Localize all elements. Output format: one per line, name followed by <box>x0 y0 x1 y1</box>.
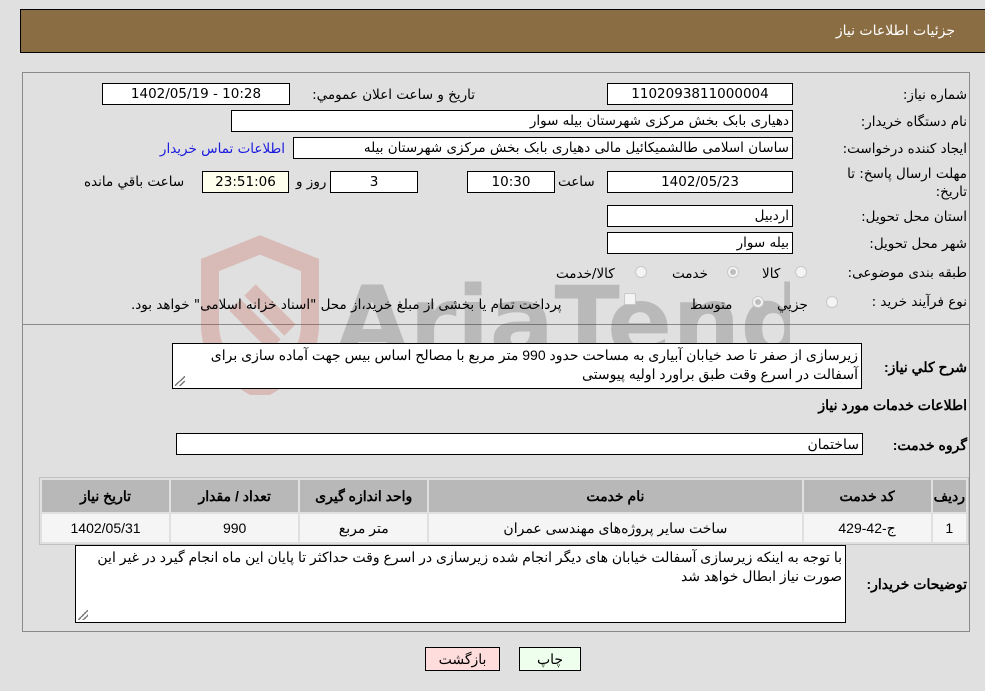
col-header-service-code: کد خدمت <box>803 480 931 512</box>
purchase-type-label: نوع فرآیند خرید : <box>871 294 967 310</box>
category-radio-goods-service[interactable] <box>635 266 647 278</box>
page-header: جزئیات اطلاعات نیاز <box>20 9 985 53</box>
buyer-contact-link[interactable]: اطلاعات تماس خریدار <box>160 141 285 157</box>
description-label: شرح کلي نياز: <box>883 359 967 375</box>
category-radio-service[interactable] <box>727 266 739 278</box>
resize-handle-icon[interactable] <box>78 610 88 620</box>
print-button[interactable]: چاپ <box>519 647 581 671</box>
buyer-org-label: نام دستگاه خريدار: <box>860 114 967 130</box>
need-number-field[interactable]: 1102093811000004 <box>607 83 793 105</box>
province-label: استان محل تحویل: <box>861 209 967 225</box>
need-number-label: شماره نیاز: <box>902 87 967 103</box>
service-group-field[interactable]: ساختمان <box>176 433 863 455</box>
cell-unit: متر مربع <box>300 514 428 542</box>
col-header-quantity: تعداد / مقدار <box>171 480 299 512</box>
city-label: شهر محل تحویل: <box>869 236 967 252</box>
back-button[interactable]: بازگشت <box>425 647 500 671</box>
cell-service-name: ساخت سایر پروژه‌های مهندسی عمران <box>429 514 802 542</box>
category-radio-goods[interactable] <box>795 266 807 278</box>
buyer-notes-textarea[interactable]: با توجه به اینکه زیرسازی آسفالت خیابان ه… <box>75 545 846 623</box>
category-option-goods: کالا <box>762 266 781 282</box>
col-header-unit: واحد اندازه گیری <box>300 480 428 512</box>
cell-quantity: 990 <box>171 514 299 542</box>
category-option-goods-service: کالا/خدمت <box>556 266 615 282</box>
resize-handle-icon[interactable] <box>175 376 185 386</box>
deadline-time-label: ساعت <box>558 174 595 190</box>
province-field[interactable]: اردبیل <box>607 205 793 227</box>
description-textarea[interactable]: زیرسازی از صفر تا صد خیابان آبیاری به مس… <box>172 343 862 389</box>
buyer-notes-text: با توجه به اینکه زیرسازی آسفالت خیابان ه… <box>97 549 842 584</box>
page-title: جزئیات اطلاعات نیاز <box>835 23 955 39</box>
deadline-label: مهلت ارسال پاسخ: تا تاریخ: <box>847 166 967 200</box>
col-header-row-number: ردیف <box>932 480 966 512</box>
deadline-time-field[interactable]: 10:30 <box>467 171 555 193</box>
remaining-days-field[interactable]: 3 <box>330 171 418 193</box>
table-header-row: ردیف کد خدمت نام خدمت واحد اندازه گیری ت… <box>42 480 966 512</box>
deadline-date-field[interactable]: 1402/05/23 <box>607 171 793 193</box>
purchase-radio-minor[interactable] <box>826 296 838 308</box>
service-group-label: گروه خدمت: <box>892 437 967 453</box>
services-section-title: اطلاعات خدمات مورد نياز <box>818 397 967 413</box>
requester-label: ایجاد کننده درخواست: <box>842 141 967 157</box>
purchase-radio-medium[interactable] <box>752 296 764 308</box>
city-field[interactable]: بیله سوار <box>607 232 793 254</box>
buyer-notes-label: توضيحات خريدار: <box>866 576 967 592</box>
purchase-option-minor: جزيي <box>777 297 808 313</box>
category-label: طبقه بندی موضوعی: <box>847 265 967 281</box>
remaining-time-label: ساعت باقي مانده <box>84 174 185 190</box>
requester-field[interactable]: ساسان اسلامی طالشمیکائیل مالی دهیاری باب… <box>293 137 793 159</box>
remaining-time-field: 23:51:06 <box>202 171 289 193</box>
col-header-service-name: نام خدمت <box>429 480 802 512</box>
cell-service-code: ج-42-429 <box>803 514 931 542</box>
col-header-need-date: تاریخ نیاز <box>42 480 170 512</box>
services-table: ردیف کد خدمت نام خدمت واحد اندازه گیری ت… <box>39 477 969 545</box>
cell-need-date: 1402/05/31 <box>42 514 170 542</box>
announce-datetime-field[interactable]: 1402/05/19 - 10:28 <box>102 83 290 105</box>
treasury-note: پرداخت تمام یا بخشی از مبلغ خرید،از محل … <box>131 297 562 313</box>
description-text: زیرسازی از صفر تا صد خیابان آبیاری به مس… <box>210 347 858 382</box>
cell-row-number: 1 <box>932 514 966 542</box>
announce-datetime-label: تاریخ و ساعت اعلان عمومي: <box>312 87 475 103</box>
treasury-checkbox[interactable] <box>624 293 636 305</box>
buyer-org-field[interactable]: دهیاری بابک بخش مرکزی شهرستان بیله سوار <box>231 110 793 132</box>
purchase-option-medium: متوسط <box>690 297 733 313</box>
category-option-service: خدمت <box>672 266 708 282</box>
remaining-days-label: روز و <box>296 174 327 190</box>
table-row: 1 ج-42-429 ساخت سایر پروژه‌های مهندسی عم… <box>42 514 966 542</box>
